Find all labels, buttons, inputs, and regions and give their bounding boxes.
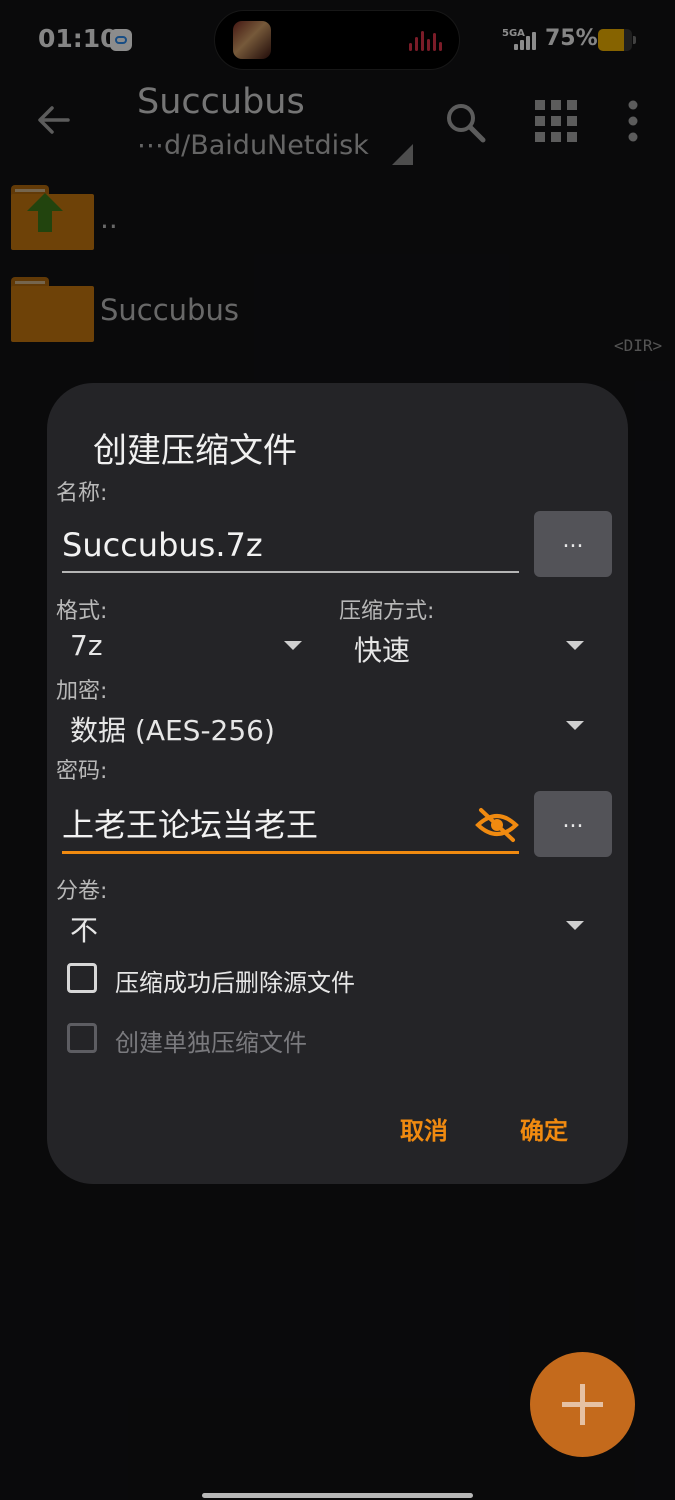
password-options-button[interactable]: ... <box>534 791 612 857</box>
delete-source-checkbox[interactable] <box>67 963 97 993</box>
ok-button[interactable]: 确定 <box>520 1111 568 1146</box>
browse-name-button[interactable]: ... <box>534 511 612 577</box>
plus-icon-stroke <box>580 1384 585 1425</box>
cancel-button[interactable]: 取消 <box>400 1111 448 1146</box>
format-label: 格式: <box>56 599 108 624</box>
split-dropdown-icon[interactable] <box>566 921 584 930</box>
split-volume-label: 分卷: <box>56 879 108 904</box>
password-label: 密码: <box>56 759 108 784</box>
dialog-title: 创建压缩文件 <box>93 431 297 471</box>
delete-source-label[interactable]: 压缩成功后删除源文件 <box>115 963 355 998</box>
method-dropdown-icon[interactable] <box>566 641 584 650</box>
archive-name-input[interactable]: Succubus.7z <box>62 523 519 573</box>
separate-archives-checkbox <box>67 1023 97 1053</box>
format-dropdown-icon[interactable] <box>284 641 302 650</box>
compression-method-label: 压缩方式: <box>339 599 435 624</box>
home-indicator[interactable] <box>202 1493 473 1498</box>
name-label: 名称: <box>56 481 108 506</box>
password-input[interactable]: 上老王论坛当老王 <box>62 803 519 854</box>
format-select[interactable]: 7z <box>70 629 103 662</box>
create-archive-dialog: 创建压缩文件 名称: Succubus.7z ... 格式: 7z 压缩方式: … <box>47 383 628 1184</box>
separate-archives-label: 创建单独压缩文件 <box>115 1029 307 1057</box>
encryption-dropdown-icon[interactable] <box>566 721 584 730</box>
hide-password-eye-icon[interactable] <box>475 807 519 843</box>
compression-method-select[interactable]: 快速 <box>354 629 410 669</box>
encryption-select[interactable]: 数据 (AES-256) <box>70 709 275 749</box>
encryption-label: 加密: <box>56 679 108 704</box>
split-volume-select[interactable]: 不 <box>70 909 98 949</box>
add-fab-button[interactable] <box>530 1352 635 1457</box>
